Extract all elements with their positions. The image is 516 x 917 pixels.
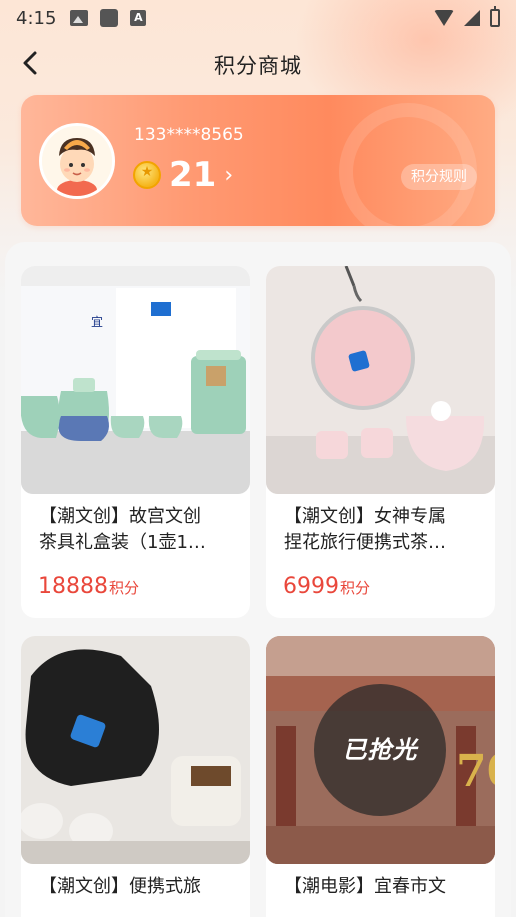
product-image xyxy=(21,636,250,864)
pink-tea-set-image xyxy=(266,266,495,494)
a-notification-icon: A xyxy=(130,10,147,26)
product-price: 18888 积分 xyxy=(38,574,139,599)
points-rules-button[interactable]: 积分规则 xyxy=(401,164,477,190)
product-price: 6999 积分 xyxy=(283,574,370,599)
price-value: 18888 xyxy=(38,574,108,599)
price-unit: 积分 xyxy=(340,579,371,597)
points-value: 21 xyxy=(169,155,217,195)
sold-out-badge: 已抢光 xyxy=(314,684,446,816)
signal-icon xyxy=(464,10,480,26)
product-title: 【潮文创】故宫文创 茶具礼盒装（1壶1… xyxy=(39,506,206,553)
product-list: 宜 【潮文创】故宫文创 茶具礼盒装（1壶1… 18888 积分 【潮文创】女神专… xyxy=(5,242,511,917)
chevron-right-icon: › xyxy=(224,162,234,188)
price-unit: 积分 xyxy=(109,579,140,597)
product-image: 宜 xyxy=(21,266,250,494)
user-points-card: 133****8565 21 › 积分规则 xyxy=(21,95,495,226)
tea-set-image: 宜 xyxy=(21,266,250,494)
price-value: 6999 xyxy=(283,574,339,599)
product-title: 【潮文创】便携式旅 xyxy=(39,876,201,897)
product-card[interactable]: 【潮文创】女神专属 捏花旅行便携式茶… 6999 积分 xyxy=(266,266,495,618)
product-card[interactable]: 70 已抢光 【潮电影】宜春市文 xyxy=(266,636,495,917)
svg-text:70: 70 xyxy=(456,746,495,797)
user-phone: 133****8565 xyxy=(134,125,244,145)
black-tea-case-image xyxy=(21,636,250,864)
product-image xyxy=(266,266,495,494)
status-bar: 4:15 A xyxy=(0,0,516,36)
status-time: 4:15 xyxy=(16,7,57,29)
status-icons xyxy=(434,6,500,27)
product-title: 【潮电影】宜春市文 xyxy=(284,876,446,897)
gallery-notification-icon xyxy=(70,10,89,26)
coin-icon xyxy=(133,161,161,189)
nav-bar: 积分商城 xyxy=(0,40,516,86)
svg-text:宜: 宜 xyxy=(91,314,103,329)
product-card[interactable]: 宜 【潮文创】故宫文创 茶具礼盒装（1壶1… 18888 积分 xyxy=(21,266,250,618)
cartoon-avatar-icon xyxy=(42,126,112,196)
avatar[interactable] xyxy=(39,123,115,199)
battery-icon xyxy=(490,6,500,27)
product-title: 【潮文创】女神专属 捏花旅行便携式茶… xyxy=(284,506,446,553)
app-screen: 4:15 A 积分商城 133****8565 ★ 21 › 积分规则 宜 【潮… xyxy=(0,0,516,917)
app-notification-icon xyxy=(100,9,119,27)
wifi-icon xyxy=(434,10,454,26)
product-card[interactable]: 【潮文创】便携式旅 xyxy=(21,636,250,917)
product-image: 70 已抢光 xyxy=(266,636,495,864)
page-title: 积分商城 xyxy=(214,54,302,78)
points-balance[interactable]: 21 › xyxy=(133,155,233,195)
